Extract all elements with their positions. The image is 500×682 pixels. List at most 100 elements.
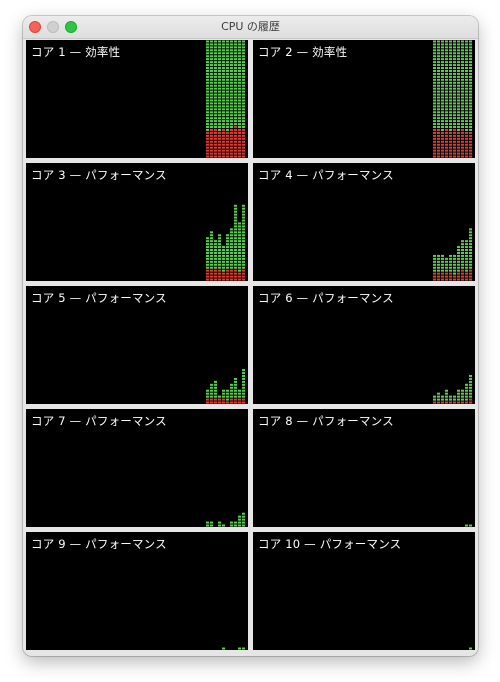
user-load-segment — [242, 231, 245, 234]
user-load-segment — [457, 64, 460, 67]
user-load-segment — [441, 260, 444, 263]
user-load-segment — [469, 64, 472, 67]
user-load-segment — [453, 75, 456, 78]
user-load-segment — [469, 374, 472, 377]
user-load-segment — [238, 58, 241, 61]
user-load-segment — [226, 243, 229, 246]
user-load-segment — [222, 93, 225, 96]
user-load-segment — [226, 78, 229, 81]
user-load-segment — [222, 269, 225, 272]
user-load-segment — [469, 87, 472, 90]
user-load-segment — [465, 67, 468, 70]
user-load-segment — [206, 395, 209, 398]
user-load-segment — [230, 395, 233, 398]
user-load-segment — [238, 266, 241, 269]
user-load-segment — [238, 395, 241, 398]
system-load-segment — [437, 131, 440, 134]
user-load-segment — [433, 120, 436, 123]
system-load-segment — [222, 131, 225, 134]
user-load-segment — [461, 99, 464, 102]
system-load-segment — [238, 275, 241, 278]
user-load-segment — [222, 257, 225, 260]
user-load-segment — [230, 87, 233, 90]
user-load-segment — [242, 102, 245, 105]
user-load-segment — [218, 128, 221, 131]
user-load-segment — [234, 55, 237, 58]
system-load-segment — [437, 128, 440, 131]
user-load-segment — [433, 395, 436, 398]
system-load-segment — [234, 269, 237, 272]
user-load-segment — [445, 114, 448, 117]
user-load-segment — [469, 90, 472, 93]
title-bar[interactable]: CPU の履歴 — [23, 16, 478, 39]
user-load-segment — [449, 108, 452, 111]
user-load-segment — [234, 81, 237, 84]
user-load-segment — [234, 69, 237, 72]
system-load-segment — [218, 398, 221, 401]
user-load-segment — [218, 96, 221, 99]
user-load-segment — [457, 254, 460, 257]
user-load-segment — [242, 93, 245, 96]
user-load-segment — [453, 64, 456, 67]
user-load-segment — [242, 243, 245, 246]
user-load-segment — [457, 269, 460, 272]
user-load-segment — [465, 249, 468, 252]
user-load-segment — [230, 383, 233, 386]
user-load-segment — [457, 117, 460, 120]
user-load-segment — [457, 87, 460, 90]
user-load-segment — [457, 46, 460, 49]
user-load-segment — [445, 392, 448, 395]
system-load-segment — [230, 146, 233, 149]
user-load-segment — [461, 398, 464, 401]
user-load-segment — [242, 237, 245, 240]
user-load-segment — [242, 67, 245, 70]
user-load-segment — [437, 49, 440, 52]
user-load-segment — [465, 55, 468, 58]
system-load-segment — [214, 137, 217, 140]
user-load-segment — [234, 386, 237, 389]
user-load-segment — [242, 84, 245, 87]
user-load-segment — [449, 266, 452, 269]
user-load-segment — [230, 246, 233, 249]
user-load-segment — [469, 78, 472, 81]
user-load-segment — [461, 55, 464, 58]
system-load-segment — [230, 134, 233, 137]
user-load-segment — [230, 96, 233, 99]
user-load-segment — [457, 75, 460, 78]
user-load-segment — [465, 260, 468, 263]
system-load-segment — [449, 272, 452, 275]
system-load-segment — [234, 398, 237, 401]
user-load-segment — [238, 254, 241, 257]
user-load-segment — [461, 120, 464, 123]
user-load-segment — [445, 72, 448, 75]
user-load-segment — [226, 251, 229, 254]
system-load-segment — [457, 146, 460, 149]
system-load-segment — [449, 137, 452, 140]
system-load-segment — [461, 143, 464, 146]
user-load-segment — [441, 55, 444, 58]
user-load-segment — [433, 78, 436, 81]
user-load-segment — [465, 81, 468, 84]
user-load-segment — [449, 49, 452, 52]
user-load-segment — [226, 46, 229, 49]
system-load-segment — [433, 143, 436, 146]
system-load-segment — [433, 149, 436, 152]
user-load-segment — [210, 254, 213, 257]
user-load-segment — [210, 117, 213, 120]
user-load-segment — [210, 263, 213, 266]
user-load-segment — [449, 114, 452, 117]
user-load-segment — [445, 257, 448, 260]
system-load-segment — [206, 398, 209, 401]
user-load-segment — [234, 49, 237, 52]
user-load-segment — [457, 43, 460, 46]
system-load-segment — [210, 128, 213, 131]
user-load-segment — [453, 108, 456, 111]
user-load-segment — [214, 75, 217, 78]
system-load-segment — [222, 275, 225, 278]
user-load-segment — [210, 386, 213, 389]
system-load-segment — [210, 278, 213, 281]
system-load-segment — [210, 152, 213, 155]
user-load-segment — [218, 58, 221, 61]
user-load-segment — [465, 72, 468, 75]
user-load-segment — [465, 84, 468, 87]
